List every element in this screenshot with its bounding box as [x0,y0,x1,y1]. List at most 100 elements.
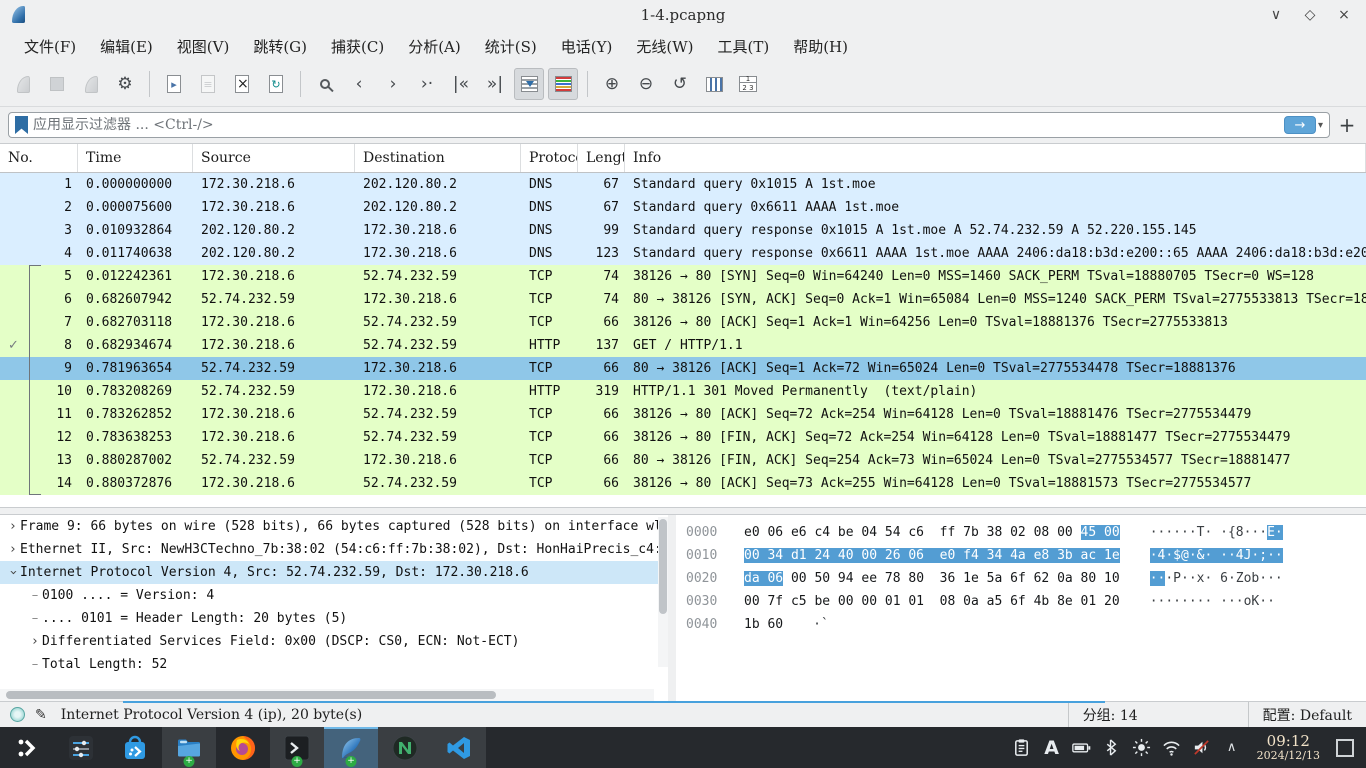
ascii-bytes[interactable]: ···P··x· 6·Zob··· [1150,567,1283,590]
start-capture-button[interactable] [8,68,38,100]
menu-statistics[interactable]: 统计(S) [473,32,549,61]
column-header-info[interactable]: Info [625,144,1366,172]
colorize-button[interactable] [548,68,578,100]
layout-button[interactable] [733,68,763,100]
detail-line-6[interactable]: ›Differentiated Services Field: 0x00 (DS… [0,630,668,653]
column-header-len[interactable]: Length [578,144,625,172]
ascii-bytes[interactable]: ······T· ·{8···E· [1150,521,1283,544]
show-desktop-button[interactable] [1336,739,1354,757]
minimize-button-icon[interactable]: ∨ [1266,7,1286,23]
close-button-icon[interactable]: × [1334,7,1354,23]
hex-row-3[interactable]: 0020da 06 00 50 94 ee 78 80 36 1e 5a 6f … [686,567,1366,590]
maximize-button-icon[interactable]: ◇ [1300,7,1320,23]
apply-filter-button[interactable]: → [1284,116,1316,134]
restart-capture-button[interactable] [76,68,106,100]
expanded-arrow-icon[interactable]: › [2,566,25,580]
taskbar-firefox-button[interactable] [216,727,270,768]
capture-comment-icon[interactable]: ✎ [35,707,47,723]
hex-bytes[interactable]: da 06 00 50 94 ee 78 80 36 1e 5a 6f 62 0… [744,567,1120,590]
packet-row-1[interactable]: 10.000000000172.30.218.6202.120.80.2DNS6… [0,173,1366,196]
detail-line-3[interactable]: ›Internet Protocol Version 4, Src: 52.74… [0,561,668,584]
ascii-bytes[interactable]: ·4·$@·&· ··4J·;·· [1150,544,1283,567]
menu-wireless[interactable]: 无线(W) [624,32,705,61]
taskbar-file-manager-button[interactable]: + [162,727,216,768]
hex-bytes[interactable]: 1b 60 [744,613,783,636]
hex-row-2[interactable]: 001000 34 d1 24 40 00 26 06 e0 f4 34 4a … [686,544,1366,567]
packet-row-5[interactable]: 50.012242361172.30.218.652.74.232.59TCP7… [0,265,1366,288]
packet-row-12[interactable]: 120.783638253172.30.218.652.74.232.59TCP… [0,426,1366,449]
column-header-time[interactable]: Time [78,144,193,172]
expert-info-icon[interactable] [10,707,25,722]
taskbar-vscode-button[interactable] [432,727,486,768]
taskbar-wireshark-button[interactable]: + [324,727,378,768]
menu-help[interactable]: 帮助(H) [781,32,860,61]
stop-capture-button[interactable] [42,68,72,100]
column-header-src[interactable]: Source [193,144,355,172]
hex-bytes[interactable]: 00 7f c5 be 00 00 01 01 08 0a a5 6f 4b 8… [744,590,1120,613]
detail-line-1[interactable]: ›Frame 9: 66 bytes on wire (528 bits), 6… [0,515,668,538]
close-file-button[interactable] [227,68,257,100]
menu-view[interactable]: 视图(V) [165,32,242,61]
find-packet-button[interactable] [310,68,340,100]
column-header-no[interactable]: No. [0,144,78,172]
packet-row-9[interactable]: 90.78196365452.74.232.59172.30.218.6TCP6… [0,357,1366,380]
display-filter-box[interactable]: → ▾ [8,112,1330,138]
clipboard-icon[interactable] [1009,735,1035,761]
display-filter-input[interactable] [33,117,1284,133]
menu-capture[interactable]: 捕获(C) [319,32,396,61]
first-packet-button[interactable]: |« [446,68,476,100]
reload-file-button[interactable] [261,68,291,100]
taskbar-terminal-button[interactable]: + [270,727,324,768]
hex-bytes[interactable]: e0 06 e6 c4 be 04 54 c6 ff 7b 38 02 08 0… [744,521,1120,544]
battery-icon[interactable] [1069,735,1095,761]
packet-row-7[interactable]: 70.682703118172.30.218.652.74.232.59TCP6… [0,311,1366,334]
zoom-reset-button[interactable]: ↺ [665,68,695,100]
hex-bytes[interactable]: 00 34 d1 24 40 00 26 06 e0 f4 34 4a e8 3… [744,544,1120,567]
hex-row-5[interactable]: 00401b 60·` [686,613,1366,636]
menu-tools[interactable]: 工具(T) [705,32,781,61]
column-header-dst[interactable]: Destination [355,144,521,172]
detail-line-2[interactable]: ›Ethernet II, Src: NewH3CTechno_7b:38:02… [0,538,668,561]
packet-row-3[interactable]: 30.010932864202.120.80.2172.30.218.6DNS9… [0,219,1366,242]
taskbar-app-launcher-button[interactable] [0,727,54,768]
resize-columns-button[interactable] [699,68,729,100]
go-forward-button[interactable]: › [378,68,408,100]
go-to-packet-button[interactable]: ›· [412,68,442,100]
input-method-icon[interactable]: A [1039,735,1065,761]
packet-row-6[interactable]: 60.68260794252.74.232.59172.30.218.6TCP7… [0,288,1366,311]
detail-line-5[interactable]: –.... 0101 = Header Length: 20 bytes (5) [0,607,668,630]
zoom-in-button[interactable]: ⊕ [597,68,627,100]
ascii-bytes[interactable]: ·` [813,613,829,636]
ascii-bytes[interactable]: ········ ···oK·· [1150,590,1283,613]
filter-bookmark-icon[interactable] [15,116,28,134]
volume-muted-icon[interactable] [1189,735,1215,761]
detail-horizontal-scrollbar[interactable] [0,689,654,701]
hex-row-4[interactable]: 003000 7f c5 be 00 00 01 01 08 0a a5 6f … [686,590,1366,613]
menu-go[interactable]: 跳转(G) [241,32,319,61]
collapsed-arrow-icon[interactable]: › [28,630,42,653]
packet-row-13[interactable]: 130.88028700252.74.232.59172.30.218.6TCP… [0,449,1366,472]
capture-options-button[interactable]: ⚙ [110,68,140,100]
filter-dropdown-icon[interactable]: ▾ [1318,120,1323,131]
save-file-button[interactable] [193,68,223,100]
packet-row-2[interactable]: 20.000075600172.30.218.6202.120.80.2DNS6… [0,196,1366,219]
packet-row-8[interactable]: 80.682934674172.30.218.652.74.232.59HTTP… [0,334,1366,357]
detail-line-4[interactable]: –0100 .... = Version: 4 [0,584,668,607]
vertical-splitter[interactable] [668,515,676,701]
last-packet-button[interactable]: »| [480,68,510,100]
horizontal-splitter[interactable] [0,507,1366,515]
collapsed-arrow-icon[interactable]: › [6,538,20,561]
bluetooth-icon[interactable] [1099,735,1125,761]
brightness-icon[interactable] [1129,735,1155,761]
menu-telephony[interactable]: 电话(Y) [549,32,625,61]
collapsed-arrow-icon[interactable]: › [6,515,20,538]
menu-edit[interactable]: 编辑(E) [88,32,165,61]
packet-row-11[interactable]: 110.783262852172.30.218.652.74.232.59TCP… [0,403,1366,426]
hex-row-1[interactable]: 0000e0 06 e6 c4 be 04 54 c6 ff 7b 38 02 … [686,521,1366,544]
clock[interactable]: 09:12 2024/12/13 [1249,733,1328,762]
go-back-button[interactable]: ‹ [344,68,374,100]
menu-analyze[interactable]: 分析(A) [396,32,473,61]
tray-expander-icon[interactable]: ∧ [1219,735,1245,761]
column-header-proto[interactable]: Protocol [521,144,578,172]
taskbar-neovim-button[interactable] [378,727,432,768]
